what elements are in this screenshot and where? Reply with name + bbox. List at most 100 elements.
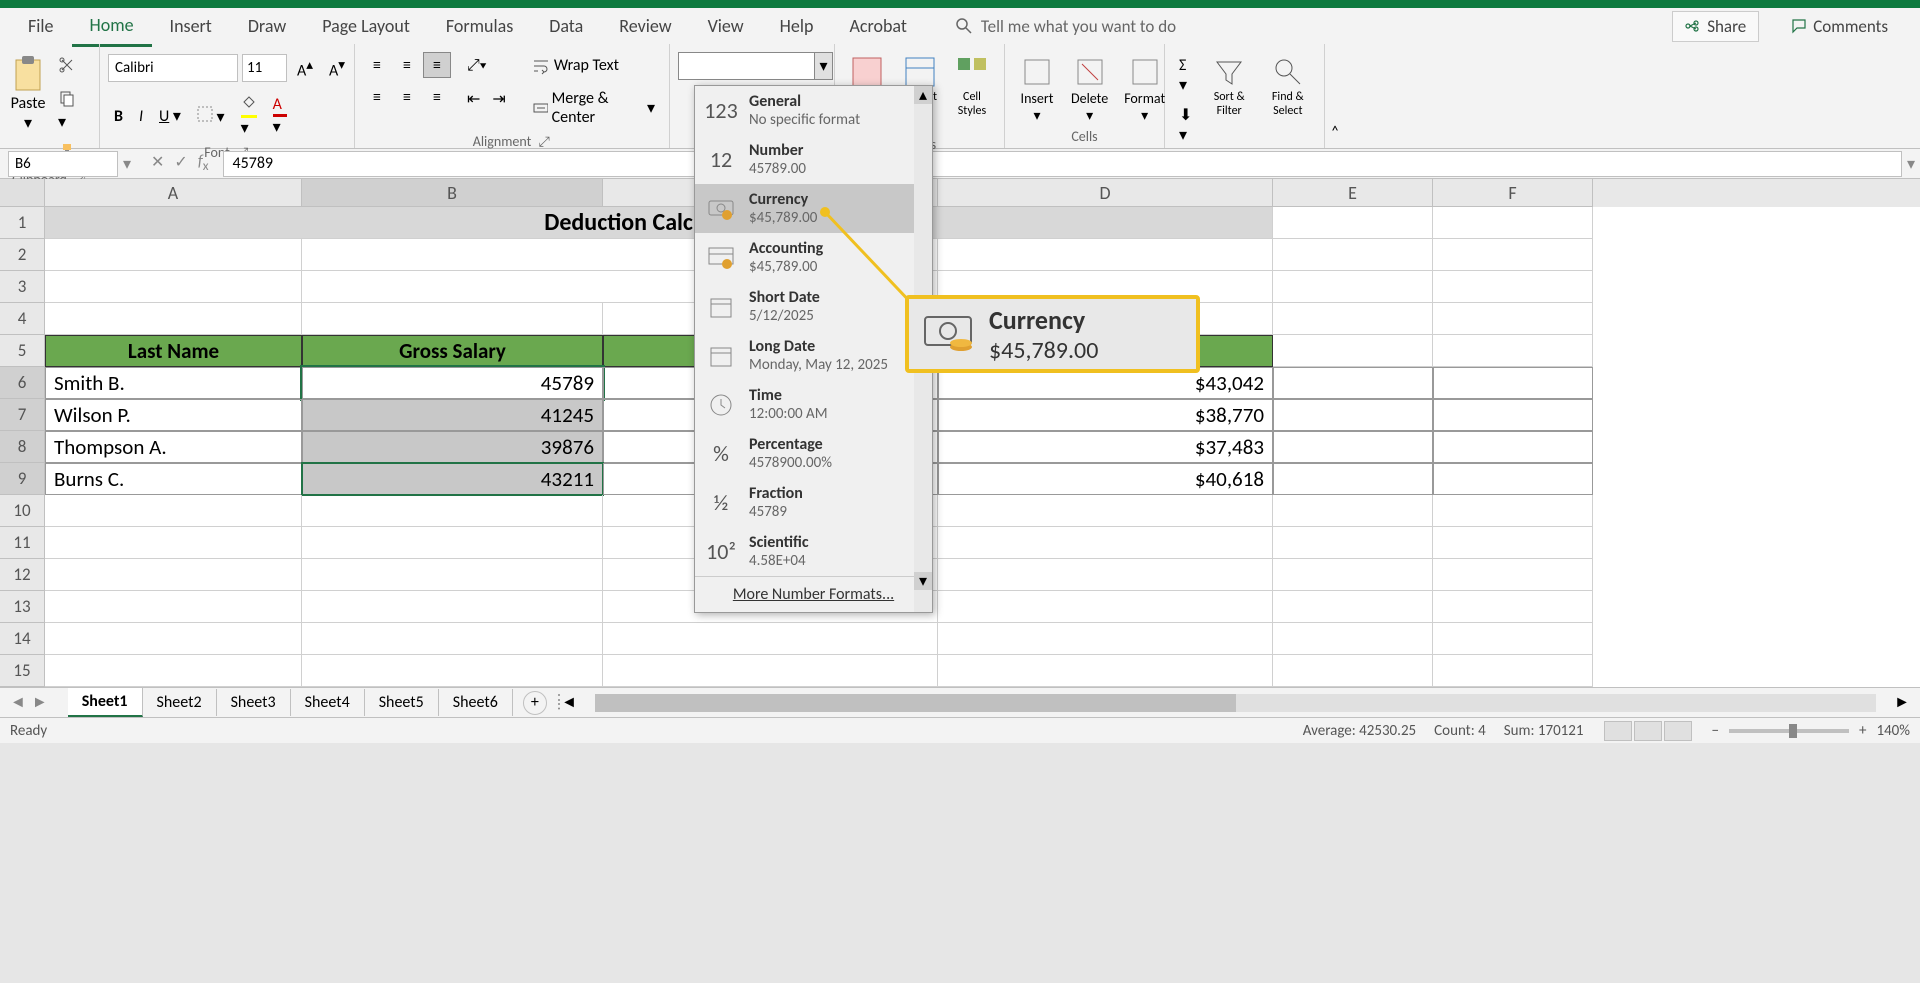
- col-header-a[interactable]: A: [45, 179, 302, 207]
- format-scientific[interactable]: 10² Scientific4.58E+04: [695, 527, 932, 576]
- cell[interactable]: [1273, 623, 1433, 655]
- cell[interactable]: [45, 303, 302, 335]
- align-right-button[interactable]: ≡: [423, 84, 451, 110]
- tab-formulas[interactable]: Formulas: [428, 7, 531, 45]
- row-header[interactable]: 4: [0, 303, 45, 335]
- cell[interactable]: [302, 303, 603, 335]
- align-middle-button[interactable]: ≡: [393, 52, 421, 78]
- borders-button[interactable]: ▾: [191, 102, 231, 131]
- cell[interactable]: [603, 623, 938, 655]
- row-header[interactable]: 11: [0, 527, 45, 559]
- cell[interactable]: [302, 655, 603, 687]
- comments-button[interactable]: Comments: [1779, 11, 1900, 42]
- zoom-slider[interactable]: [1729, 729, 1849, 733]
- cell[interactable]: [1433, 271, 1593, 303]
- row-header[interactable]: 10: [0, 495, 45, 527]
- underline-button[interactable]: U ▾: [153, 102, 187, 130]
- enter-formula-button[interactable]: ✓: [174, 152, 187, 174]
- sheet-tab[interactable]: Sheet3: [217, 689, 291, 716]
- cell[interactable]: [302, 591, 603, 623]
- tab-view[interactable]: View: [690, 7, 762, 45]
- cut-button[interactable]: [52, 52, 91, 83]
- italic-button[interactable]: I: [133, 103, 149, 130]
- zoom-out-button[interactable]: −: [1712, 722, 1719, 740]
- cell-gross[interactable]: 43211: [302, 463, 603, 495]
- row-header[interactable]: 5: [0, 335, 45, 367]
- tab-home[interactable]: Home: [72, 6, 152, 47]
- col-header-d[interactable]: D: [938, 179, 1273, 207]
- col-header-f[interactable]: F: [1433, 179, 1593, 207]
- fill-button[interactable]: ⬇ ▾: [1173, 101, 1199, 149]
- cell[interactable]: [1273, 559, 1433, 591]
- tell-me-search[interactable]: Tell me what you want to do: [955, 16, 1176, 37]
- insert-cells-button[interactable]: Insert▾: [1013, 52, 1061, 126]
- format-accounting[interactable]: Accounting$45,789.00: [695, 233, 932, 282]
- normal-view-button[interactable]: [1604, 721, 1632, 741]
- align-top-button[interactable]: ≡: [363, 52, 391, 78]
- align-center-button[interactable]: ≡: [393, 84, 421, 110]
- tab-acrobat[interactable]: Acrobat: [831, 7, 924, 45]
- sheet-tab[interactable]: Sheet2: [143, 689, 217, 716]
- find-select-button[interactable]: Find & Select: [1260, 52, 1316, 120]
- tab-file[interactable]: File: [10, 7, 72, 45]
- font-name-combo[interactable]: [108, 54, 238, 82]
- cell-gross[interactable]: 45789: [302, 367, 603, 399]
- sheet-tab[interactable]: Sheet1: [68, 688, 143, 717]
- cell[interactable]: [1273, 431, 1433, 463]
- cell[interactable]: [1433, 239, 1593, 271]
- tab-help[interactable]: Help: [762, 7, 832, 45]
- number-format-arrow[interactable]: ▾: [814, 53, 832, 79]
- cell[interactable]: [1273, 463, 1433, 495]
- cell[interactable]: [1273, 367, 1433, 399]
- sheet-tab[interactable]: Sheet4: [291, 689, 365, 716]
- fill-color-button[interactable]: ▾: [235, 90, 263, 142]
- cell[interactable]: [938, 623, 1273, 655]
- decrease-font-button[interactable]: A▾: [323, 52, 351, 84]
- cell[interactable]: [45, 655, 302, 687]
- expand-formula-bar[interactable]: ▾: [1902, 154, 1920, 174]
- cell[interactable]: [938, 527, 1273, 559]
- row-header[interactable]: 1: [0, 207, 45, 239]
- cell-net[interactable]: $38,770: [938, 399, 1273, 431]
- cell[interactable]: [938, 591, 1273, 623]
- autosum-button[interactable]: Σ ▾: [1173, 52, 1199, 99]
- cell[interactable]: [1433, 335, 1593, 367]
- scroll-up-button[interactable]: ▴: [914, 86, 932, 104]
- cell[interactable]: [1273, 303, 1433, 335]
- header-lastname[interactable]: Last Name: [45, 335, 302, 367]
- sheet-nav-next[interactable]: ►: [32, 693, 48, 712]
- sort-filter-button[interactable]: Sort & Filter: [1203, 52, 1256, 120]
- decrease-indent-button[interactable]: ⇤: [461, 85, 486, 113]
- format-general[interactable]: 123 GeneralNo specific format: [695, 86, 932, 135]
- cell[interactable]: [1433, 495, 1593, 527]
- cell[interactable]: [1433, 207, 1593, 239]
- fx-button[interactable]: fx: [198, 152, 209, 174]
- alignment-dialog-launcher[interactable]: ⤢: [537, 133, 551, 147]
- col-header-e[interactable]: E: [1273, 179, 1433, 207]
- cell[interactable]: [45, 591, 302, 623]
- format-fraction[interactable]: ½ Fraction45789: [695, 478, 932, 527]
- align-bottom-button[interactable]: ≡: [423, 52, 451, 78]
- tab-data[interactable]: Data: [531, 7, 601, 45]
- cell[interactable]: [1433, 559, 1593, 591]
- formula-input[interactable]: 45789: [223, 151, 1902, 177]
- cell[interactable]: [1433, 591, 1593, 623]
- format-long-date[interactable]: Long DateMonday, May 12, 2025: [695, 331, 932, 380]
- bold-button[interactable]: B: [108, 103, 129, 130]
- page-break-view-button[interactable]: [1664, 721, 1692, 741]
- cell[interactable]: [1433, 367, 1593, 399]
- cell[interactable]: [1433, 463, 1593, 495]
- format-currency[interactable]: Currency$45,789.00: [695, 184, 932, 233]
- cell[interactable]: [45, 239, 302, 271]
- name-box[interactable]: [8, 151, 118, 177]
- format-short-date[interactable]: Short Date5/12/2025: [695, 282, 932, 331]
- cell-name[interactable]: Burns C.: [45, 463, 302, 495]
- cell[interactable]: [1273, 335, 1433, 367]
- cell-net[interactable]: $37,483: [938, 431, 1273, 463]
- cell-styles-button[interactable]: Cell Styles: [948, 52, 996, 120]
- name-box-dropdown[interactable]: ▾: [118, 154, 136, 174]
- tab-review[interactable]: Review: [601, 7, 689, 45]
- page-layout-view-button[interactable]: [1634, 721, 1662, 741]
- cell[interactable]: [1433, 431, 1593, 463]
- row-header[interactable]: 8: [0, 431, 45, 463]
